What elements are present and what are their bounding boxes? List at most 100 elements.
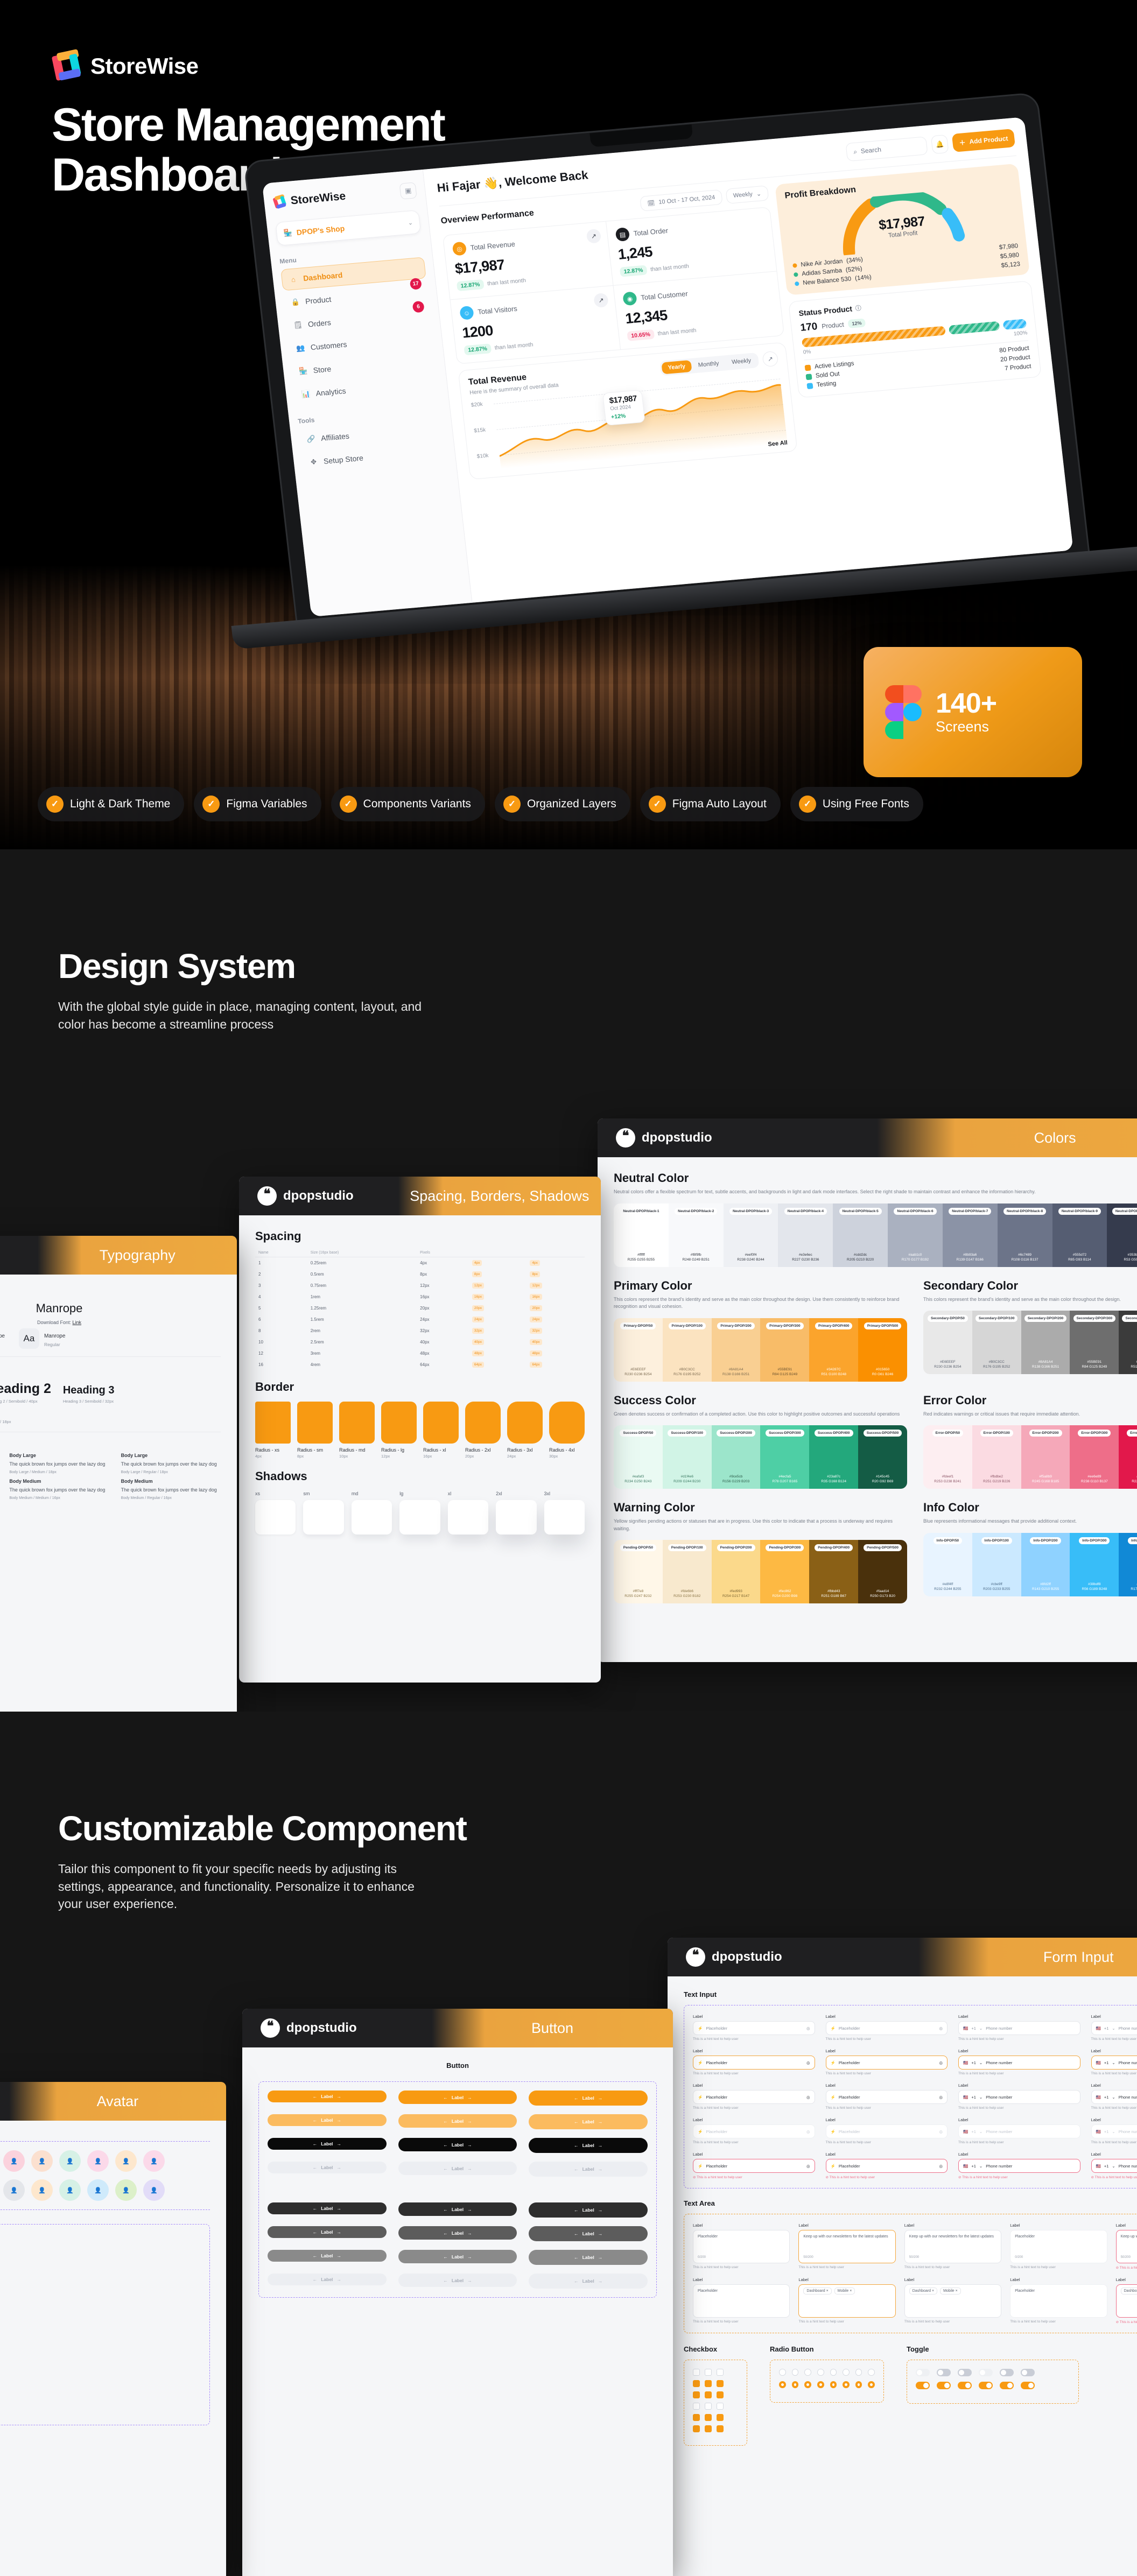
search-input[interactable]: ⌕ Search	[845, 136, 928, 162]
tag-chip[interactable]: Mobile ×	[834, 2288, 855, 2295]
download-font-link[interactable]: Link	[73, 1320, 82, 1325]
checkbox[interactable]	[693, 2403, 700, 2410]
textarea[interactable]: Placeholder	[693, 2284, 790, 2318]
info-icon[interactable]: ⓘ	[855, 304, 862, 313]
shop-selector[interactable]: 🏪 DPOP's Shop ⌄	[275, 209, 422, 246]
tab-weekly[interactable]: Weekly	[725, 354, 757, 369]
color-swatch[interactable]: Error-DPOP/300 #ee6e89 R238 G110 B137	[1070, 1425, 1119, 1489]
checkbox[interactable]	[693, 2391, 700, 2398]
radio-button[interactable]	[830, 2381, 837, 2388]
color-swatch[interactable]: Info-DPOP/300 #38bdf8 R56 G189 B248	[1070, 1532, 1119, 1596]
revenue-expand-arrow-icon[interactable]: ↗	[762, 350, 779, 368]
checkbox[interactable]	[693, 2425, 700, 2432]
color-swatch[interactable]: Pending-DPOP/200 #fed993 R254 G217 B147	[711, 1540, 761, 1603]
phone-input[interactable]: 🇺🇸+1⌄Phone number	[1091, 2021, 1137, 2035]
demo-button[interactable]: ← Label →	[529, 2274, 648, 2289]
color-swatch[interactable]: Primary-DPOP/100 #B0C3CC R176 G195 B252	[662, 1318, 712, 1382]
demo-button[interactable]: ← Label →	[398, 2202, 517, 2216]
textarea[interactable]: Keep up with our newsletters for the lat…	[1115, 2230, 1137, 2263]
demo-button[interactable]: ← Label →	[529, 2114, 648, 2129]
add-product-button[interactable]: ＋ Add Product	[951, 129, 1016, 152]
radio-button[interactable]	[791, 2369, 799, 2376]
checkbox[interactable]	[693, 2414, 700, 2421]
radio-button[interactable]	[817, 2381, 824, 2388]
radio-button[interactable]	[855, 2369, 862, 2376]
checkbox[interactable]	[705, 2414, 712, 2421]
color-swatch[interactable]: Success-DPOP/300 #4ecfa5 R78 G207 B165	[760, 1425, 810, 1489]
color-swatch[interactable]: Primary-DPOP/300 #55BE91 R84 G125 B249	[760, 1318, 810, 1382]
color-swatch[interactable]: Info-DPOP/200 #8fd2ff R143 G210 B255	[1021, 1532, 1070, 1596]
demo-button[interactable]: ← Label →	[268, 2114, 387, 2126]
checkbox[interactable]	[717, 2380, 724, 2387]
radio-button[interactable]	[868, 2381, 875, 2388]
demo-button[interactable]: ← Label →	[268, 2250, 387, 2262]
see-all-link[interactable]: See All	[768, 440, 788, 448]
toggle-switch[interactable]	[979, 2382, 993, 2389]
kpi-card-total-customer[interactable]: ◉ Total Customer 12,345 10.65% than last…	[614, 271, 784, 349]
radio-button[interactable]	[843, 2369, 850, 2376]
color-swatch[interactable]: Info-DPOP/100 #cbe9ff R203 G233 B255	[972, 1532, 1021, 1596]
color-swatch[interactable]: Success-DPOP/400 #23a87c R35 G168 B124	[809, 1425, 859, 1489]
demo-button[interactable]: ← Label →	[529, 2202, 648, 2218]
color-swatch[interactable]: Neutral-DPOP/black-8 #6c7489 R108 G116 B13…	[997, 1203, 1052, 1267]
color-swatch[interactable]: Primary-DPOP/400 #34287C R51 G100 B248	[809, 1318, 859, 1382]
text-input[interactable]: ⚡ Placeholder ◎	[825, 2056, 948, 2070]
color-swatch[interactable]: Success-DPOP/50 #eafaf3 R234 G250 B243	[614, 1425, 663, 1489]
phone-input[interactable]: 🇺🇸+1⌄Phone number	[958, 2090, 1080, 2104]
radio-button[interactable]	[779, 2381, 786, 2388]
color-swatch[interactable]: Info-DPOP/50 #e8f4ff R232 G244 B255	[923, 1532, 972, 1596]
avatar[interactable]: 👤	[59, 2179, 81, 2201]
text-input[interactable]: ⚡ Placeholder ◎	[825, 2090, 948, 2104]
textarea[interactable]: Dashboard ×Mobile ×	[904, 2284, 1002, 2318]
textarea[interactable]: Keep up with our newsletters for the lat…	[904, 2230, 1002, 2263]
checkbox[interactable]	[705, 2380, 712, 2387]
phone-input[interactable]: 🇺🇸+1⌄Phone number	[1091, 2124, 1137, 2138]
color-swatch[interactable]: Error-DPOP/100 #fbdbe2 R251 G219 B226	[972, 1425, 1021, 1489]
tag-chip[interactable]: Mobile ×	[940, 2288, 961, 2295]
toggle-switch[interactable]	[937, 2369, 951, 2376]
radio-button[interactable]	[843, 2381, 850, 2388]
avatar[interactable]: 👤	[87, 2179, 109, 2201]
radio-button[interactable]	[779, 2369, 786, 2376]
demo-button[interactable]: ← Label →	[268, 2138, 387, 2150]
demo-button[interactable]: ← Label →	[529, 2226, 648, 2241]
color-swatch[interactable]: Secondary-DPOP/50 #E6EEEF R230 G236 B254	[923, 1311, 972, 1374]
color-swatch[interactable]: Error-DPOP/50 #fdeef1 R253 G238 B241	[923, 1425, 972, 1489]
color-swatch[interactable]: Neutral-DPOP/black-4 #e3e6ec R227 G230 B23…	[778, 1203, 833, 1267]
color-swatch[interactable]: Secondary-DPOP/200 #8A81A4 R138 G166 B251	[1021, 1311, 1070, 1374]
toggle-switch[interactable]	[958, 2369, 972, 2376]
checkbox[interactable]	[693, 2369, 700, 2376]
color-swatch[interactable]: Pending-DPOP/400 #fbbd43 R251 G189 B67	[809, 1540, 859, 1603]
date-range-picker[interactable]: 🗓 10 Oct - 17 Oct, 2024	[639, 189, 723, 212]
phone-input[interactable]: 🇺🇸+1⌄Phone number	[1091, 2090, 1137, 2104]
avatar[interactable]: 👤	[31, 2179, 53, 2201]
color-swatch[interactable]: Primary-DPOP/200 #8A81A4 R138 G166 B251	[711, 1318, 761, 1382]
color-swatch[interactable]: Info-DPOP/400 #1189d6R17 G137 B214	[1119, 1532, 1137, 1596]
color-swatch[interactable]: Neutral-DPOP/black-9 #555d72 R85 G93 B114	[1052, 1203, 1107, 1267]
checkbox[interactable]	[717, 2403, 724, 2410]
radio-button[interactable]	[804, 2369, 811, 2376]
color-swatch[interactable]: Primary-DPOP/500 #015650 R0 G61 B246	[858, 1318, 907, 1382]
checkbox[interactable]	[717, 2369, 724, 2376]
textarea[interactable]: Placeholder 0/200	[693, 2230, 790, 2263]
color-swatch[interactable]: Pending-DPOP/50 #fff7e8 R255 G247 B232	[614, 1540, 663, 1603]
radio-button[interactable]	[868, 2369, 875, 2376]
phone-input[interactable]: 🇺🇸+1⌄Phone number	[958, 2056, 1080, 2070]
color-swatch[interactable]: Neutral-DPOP/black-3 #eef0f4 R238 G240 B24…	[723, 1203, 778, 1267]
avatar[interactable]: 👤	[3, 2179, 25, 2201]
toggle-switch[interactable]	[1021, 2382, 1035, 2389]
color-swatch[interactable]: Neutral-DPOP/black-7 #8b93a6 R139 G147 B16…	[942, 1203, 998, 1267]
color-swatch[interactable]: Neutral-DPOP/black-5 #cdd2dc R205 G210 B22…	[833, 1203, 888, 1267]
avatar[interactable]: 👤	[31, 2150, 53, 2172]
toggle-switch[interactable]	[1000, 2382, 1014, 2389]
demo-button[interactable]: ← Label →	[398, 2091, 517, 2104]
demo-button[interactable]: ← Label →	[268, 2226, 387, 2238]
radio-button[interactable]	[855, 2381, 862, 2388]
demo-button[interactable]: ← Label →	[398, 2250, 517, 2263]
demo-button[interactable]: ← Label →	[398, 2138, 517, 2151]
color-swatch[interactable]: Neutral-DPOP/black-6 #aab1c0 R170 G177 B19…	[888, 1203, 943, 1267]
demo-button[interactable]: ← Label →	[398, 2274, 517, 2287]
phone-input[interactable]: 🇺🇸+1⌄Phone number	[1091, 2159, 1137, 2173]
demo-button[interactable]: ← Label →	[268, 2162, 387, 2173]
notifications-button[interactable]: 🔔	[930, 134, 949, 154]
